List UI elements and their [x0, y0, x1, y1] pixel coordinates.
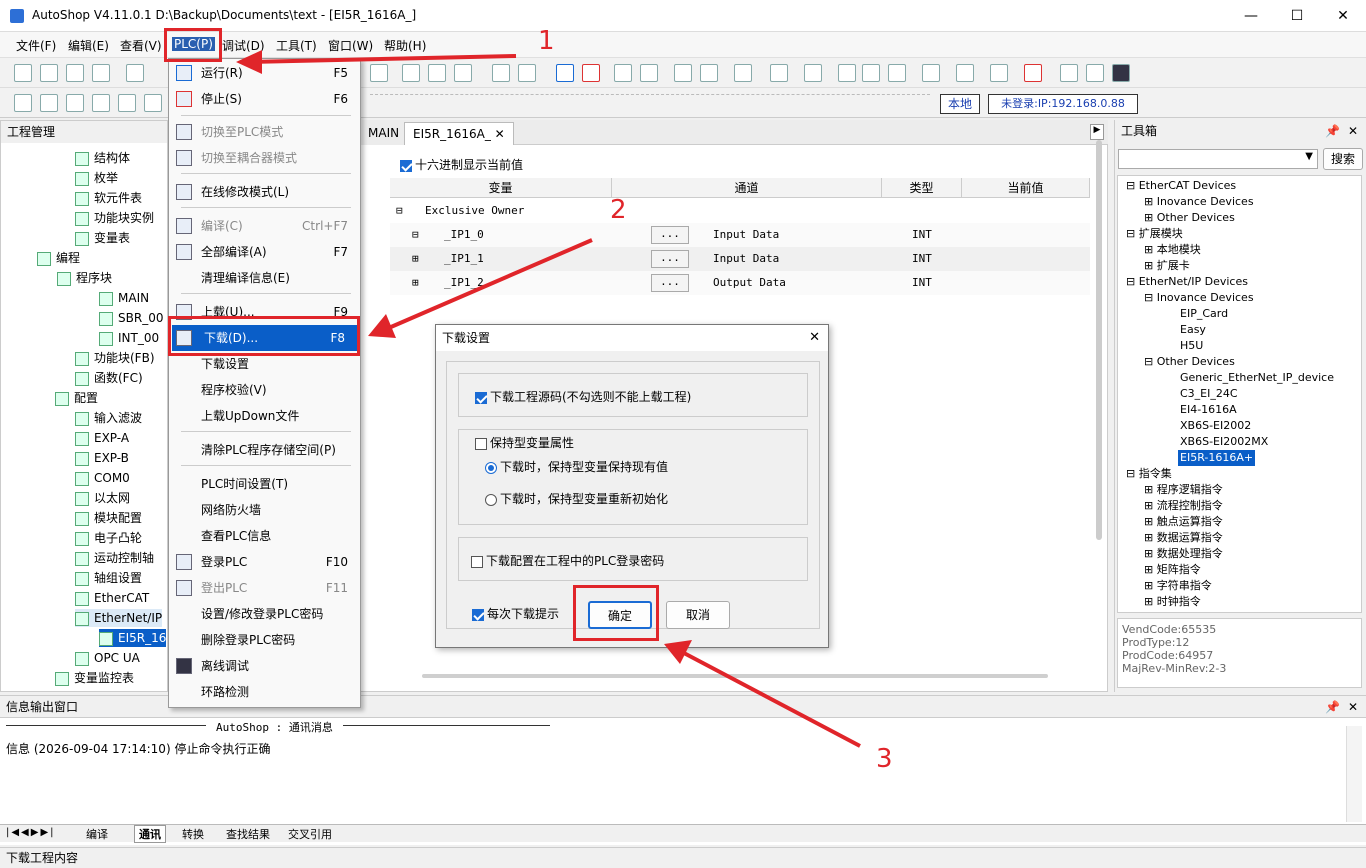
- arrow-3: [681, 650, 861, 748]
- annotation-number: 2: [610, 195, 627, 225]
- arrow-2: [383, 238, 593, 332]
- annotation-number: 3: [876, 744, 893, 774]
- arrowhead-3: [664, 640, 692, 664]
- annotation-number: 1: [538, 26, 555, 56]
- arrowhead-1: [236, 50, 262, 74]
- arrow-1: [249, 54, 517, 64]
- annotation-arrows: [236, 50, 861, 748]
